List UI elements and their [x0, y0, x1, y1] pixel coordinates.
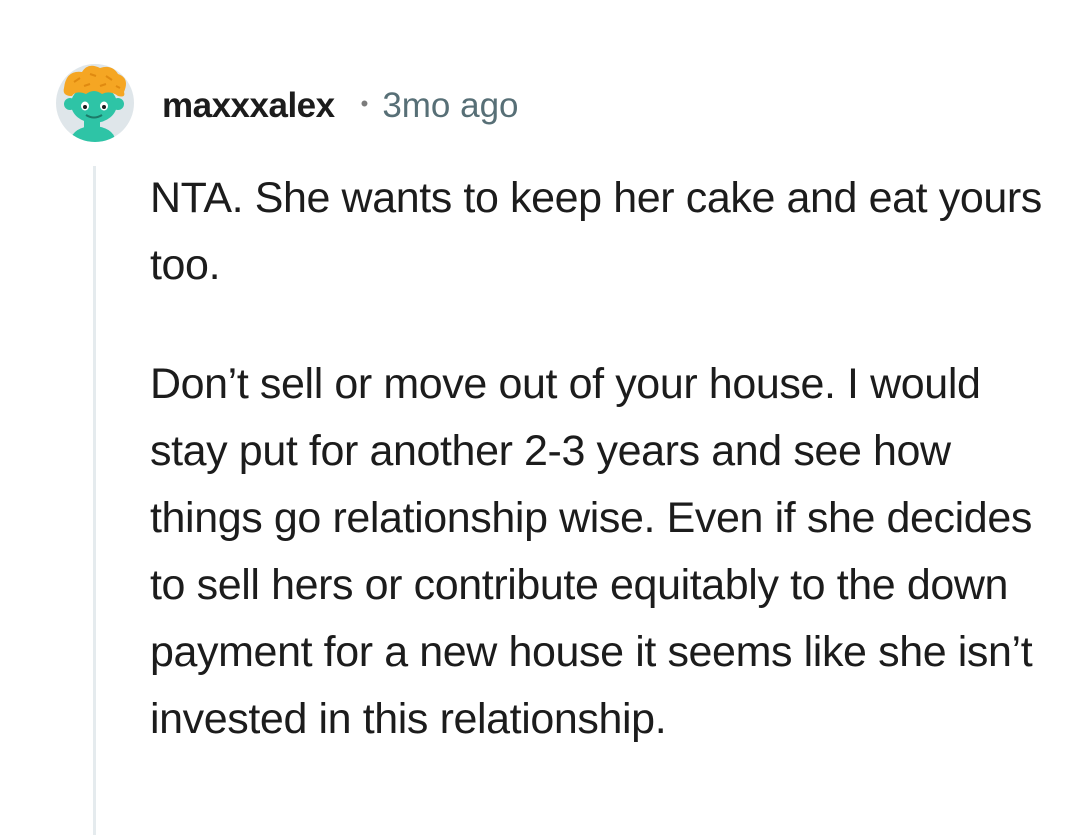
- thread-collapse-line[interactable]: [93, 166, 96, 835]
- comment-body: NTA. She wants to keep her cake and eat …: [150, 165, 1050, 753]
- comment-meta: maxxxalex • 3mo ago: [162, 82, 519, 130]
- author-username[interactable]: maxxxalex: [162, 86, 335, 126]
- comment-paragraph: NTA. She wants to keep her cake and eat …: [150, 174, 1042, 289]
- meta-separator: •: [360, 91, 369, 116]
- comment-paragraph: Don’t sell or move out of your house. I …: [150, 360, 1033, 743]
- comment-timestamp[interactable]: 3mo ago: [382, 86, 518, 126]
- user-avatar[interactable]: [56, 64, 134, 142]
- snoo-avatar-icon: [56, 64, 134, 142]
- comment: maxxxalex • 3mo ago NTA. She wants to ke…: [0, 0, 1080, 835]
